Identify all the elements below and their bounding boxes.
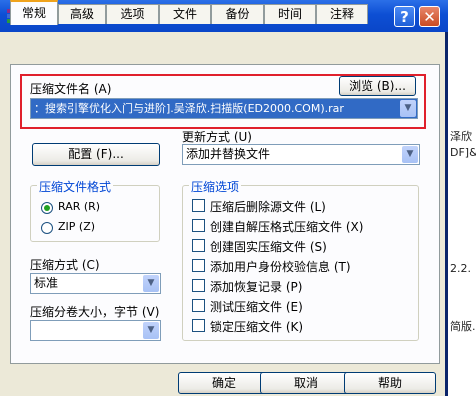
archive-dialog: 压缩文件名和参数 ? ✕ 常规 高级 选项 文件 备份 时间 注释 压缩文件名 … bbox=[0, 0, 448, 396]
background-fragment: 简版. bbox=[450, 320, 476, 333]
update-mode-select[interactable]: 添加并替换文件 ▼ bbox=[182, 144, 420, 165]
highlight-box bbox=[20, 74, 426, 129]
sfx-checkbox[interactable] bbox=[192, 219, 205, 232]
option-label[interactable]: 添加用户身份校验信息 (T) bbox=[210, 258, 351, 275]
background-fragment: DF]&c bbox=[450, 146, 476, 159]
volume-size-label: 压缩分卷大小，字节 (V) bbox=[30, 305, 160, 319]
method-label: 压缩方式 (C) bbox=[30, 258, 100, 272]
tab-time[interactable]: 时间 bbox=[264, 4, 316, 24]
option-label[interactable]: 创建自解压格式压缩文件 (X) bbox=[210, 218, 363, 235]
option-label[interactable]: 创建固实压缩文件 (S) bbox=[210, 238, 327, 255]
option-label[interactable]: 压缩后删除源文件 (L) bbox=[210, 198, 326, 215]
options-group-title: 压缩选项 bbox=[189, 178, 242, 195]
chevron-down-icon[interactable]: ▼ bbox=[402, 146, 418, 163]
solid-checkbox[interactable] bbox=[192, 239, 205, 252]
help-title-button[interactable]: ? bbox=[394, 6, 415, 27]
rar-radio-label[interactable]: RAR (R) bbox=[58, 200, 100, 213]
update-mode-value: 添加并替换文件 bbox=[186, 147, 271, 161]
volume-size-select[interactable]: ▼ bbox=[30, 320, 161, 341]
tab-advanced[interactable]: 高级 bbox=[58, 4, 106, 24]
profiles-button[interactable]: 配置 (F)... bbox=[32, 143, 160, 166]
tab-options[interactable]: 选项 bbox=[106, 4, 159, 24]
lock-archive-checkbox[interactable] bbox=[192, 319, 205, 332]
option-label[interactable]: 添加恢复记录 (P) bbox=[210, 278, 302, 295]
method-value: 标准 bbox=[34, 276, 59, 290]
background-fragment: 泽欣 bbox=[450, 130, 472, 143]
chevron-down-icon[interactable]: ▼ bbox=[143, 322, 159, 339]
close-button[interactable]: ✕ bbox=[419, 6, 440, 27]
cancel-button[interactable]: 取消 bbox=[260, 372, 352, 394]
zip-radio[interactable] bbox=[41, 222, 53, 234]
authenticity-checkbox[interactable] bbox=[192, 259, 205, 272]
option-label[interactable]: 锁定压缩文件 (K) bbox=[210, 318, 303, 335]
format-group-title: 压缩文件格式 bbox=[37, 178, 114, 195]
zip-radio-label[interactable]: ZIP (Z) bbox=[58, 220, 95, 233]
test-archive-checkbox[interactable] bbox=[192, 299, 205, 312]
tab-files[interactable]: 文件 bbox=[159, 4, 211, 24]
chevron-down-icon[interactable]: ▼ bbox=[143, 275, 159, 292]
rar-radio[interactable] bbox=[41, 202, 53, 214]
tab-general[interactable]: 常规 bbox=[10, 0, 58, 25]
update-mode-label: 更新方式 (U) bbox=[182, 130, 252, 144]
ok-button[interactable]: 确定 bbox=[178, 372, 270, 394]
tab-comment[interactable]: 注释 bbox=[316, 4, 368, 24]
help-button[interactable]: 帮助 bbox=[344, 372, 436, 394]
recovery-record-checkbox[interactable] bbox=[192, 279, 205, 292]
background-fragment: 2.2. bbox=[450, 262, 471, 275]
method-select[interactable]: 标准 ▼ bbox=[30, 273, 161, 294]
option-label[interactable]: 测试压缩文件 (E) bbox=[210, 298, 303, 315]
delete-after-checkbox[interactable] bbox=[192, 199, 205, 212]
tab-backup[interactable]: 备份 bbox=[211, 4, 264, 24]
